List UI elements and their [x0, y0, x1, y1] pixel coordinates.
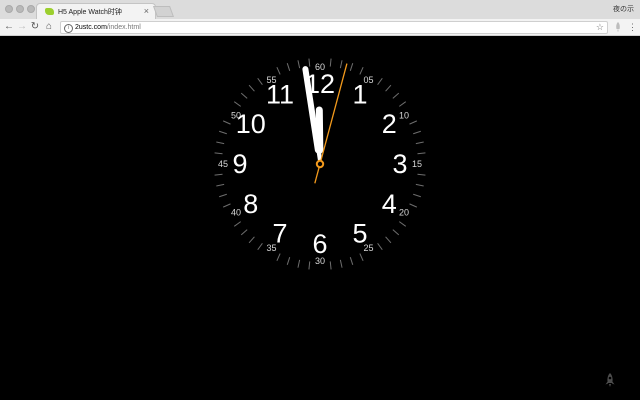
minute-tick [222, 120, 231, 125]
minute-tick [385, 84, 392, 92]
minute-tick [248, 84, 255, 92]
minute-tick [222, 203, 231, 208]
minute-tick [240, 229, 248, 236]
browser-toolbar: ← → ↻ ⌂ i 2ustc.com/index.html ☆ ⋮ [0, 19, 640, 36]
back-arrow-icon[interactable]: ← [3, 20, 15, 34]
minute-tick [409, 120, 418, 125]
minute-tick [257, 77, 263, 86]
hour-numeral: 8 [243, 189, 258, 219]
hour-numeral: 7 [272, 218, 287, 248]
bookmark-star-icon[interactable]: ☆ [596, 22, 604, 33]
minute-tick [398, 101, 407, 107]
minute-tick [214, 173, 223, 176]
minute-tick [339, 259, 343, 268]
minute-tick [286, 63, 291, 71]
minute-tick [413, 193, 421, 198]
address-bar[interactable]: i 2ustc.com/index.html ☆ [60, 21, 608, 34]
profile-name[interactable]: 夜の示 [613, 4, 634, 14]
hour-numeral: 2 [382, 109, 397, 139]
minute-tick [417, 173, 426, 176]
minute-tick [276, 253, 281, 262]
browser-menu-icon[interactable]: ⋮ [628, 22, 637, 32]
reload-icon[interactable]: ↻ [29, 20, 41, 34]
tab-clock[interactable]: H5 Apple Watch时钟 × [36, 3, 156, 20]
hour-numeral: 4 [382, 189, 397, 219]
hour-numeral: 5 [352, 218, 367, 248]
minute-tick [413, 130, 421, 135]
hour-numeral: 11 [266, 80, 294, 110]
minute-tick [308, 261, 311, 270]
minute-tick [248, 236, 255, 244]
minute-tick [415, 183, 424, 187]
url-host: 2ustc.com [75, 24, 107, 31]
minute-tick [216, 183, 225, 187]
minute-tick [214, 152, 223, 155]
minute-tick [377, 242, 383, 251]
minute-tick [257, 242, 263, 251]
tab-close-icon[interactable]: × [144, 5, 149, 17]
minute-tick [415, 141, 424, 145]
minute-label: 20 [399, 208, 409, 218]
minute-tick [392, 229, 400, 236]
minute-tick [359, 253, 364, 262]
url-text[interactable]: 2ustc.com/index.html [75, 23, 141, 33]
site-favicon-icon [45, 8, 54, 15]
minute-tick [233, 101, 242, 107]
forward-arrow-icon[interactable]: → [16, 20, 28, 34]
clock-page: 60 05 10 15 20 25 30 35 40 45 50 55 12 1 2 3 4 5 6 7 8 9 10 11 [0, 36, 640, 400]
minute-tick [329, 261, 332, 270]
minute-tick [409, 203, 418, 208]
minute-tick [349, 257, 354, 265]
minute-label: 15 [412, 159, 422, 169]
minute-tick [286, 257, 291, 265]
zoom-window-button[interactable] [27, 5, 35, 13]
center-cap-inner [317, 161, 323, 167]
hour-numeral: 1 [352, 80, 367, 110]
hour-numeral: 3 [392, 149, 407, 179]
minute-tick [359, 66, 364, 75]
minute-tick [339, 60, 343, 69]
url-path: /index.html [106, 24, 141, 31]
hour-numeral: 6 [312, 229, 327, 259]
minute-tick [216, 141, 225, 145]
minute-tick [297, 60, 301, 69]
analog-clock-face: 600510152025303540455055 12 1234567891011 [214, 58, 426, 270]
home-icon[interactable]: ⌂ [43, 20, 55, 34]
minute-label: 45 [218, 159, 228, 169]
minute-tick [349, 63, 354, 71]
minute-tick [276, 66, 281, 75]
close-window-button[interactable] [5, 5, 13, 13]
hour-numeral: 10 [236, 109, 266, 139]
minute-tick [417, 152, 426, 155]
minute-tick [297, 259, 301, 268]
minute-tick [385, 236, 392, 244]
minute-tick [329, 58, 332, 67]
minimize-window-button[interactable] [16, 5, 24, 13]
hour-numeral: 9 [232, 149, 247, 179]
minute-tick [233, 221, 242, 227]
minute-tick [219, 193, 227, 198]
browser-window: H5 Apple Watch时钟 × 夜の示 ← → ↻ ⌂ i 2ustc.c… [0, 0, 640, 400]
page-info-icon[interactable]: i [64, 24, 73, 33]
minute-tick [398, 221, 407, 227]
minute-tick [308, 58, 311, 67]
tab-title: H5 Apple Watch时钟 [58, 9, 122, 16]
minute-label: 10 [399, 111, 409, 121]
tab-strip: H5 Apple Watch时钟 × 夜の示 [0, 0, 640, 20]
minute-tick [219, 130, 227, 135]
minute-tick [240, 92, 248, 99]
minute-tick [377, 77, 383, 86]
extension-rocket-icon[interactable] [614, 22, 622, 32]
minute-tick [392, 92, 400, 99]
new-tab-button[interactable] [152, 6, 175, 17]
minute-label: 40 [231, 208, 241, 218]
rocket-corner-icon[interactable] [602, 372, 618, 388]
